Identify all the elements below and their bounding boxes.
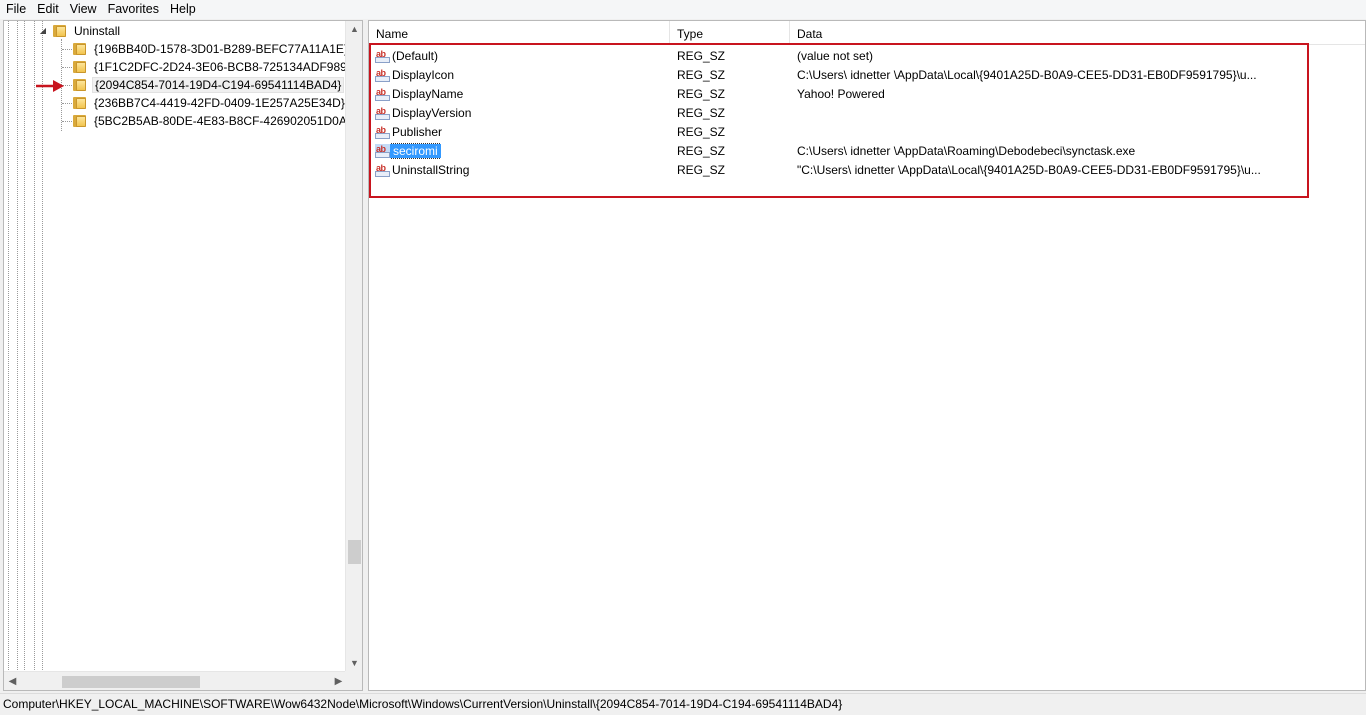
- tree-vertical-scrollbar[interactable]: ▲ ▼: [345, 21, 362, 672]
- string-value-icon: ab: [375, 87, 390, 101]
- value-data: [797, 104, 1317, 123]
- menu-bar: File Edit View Favorites Help: [0, 0, 1366, 19]
- value-type: REG_SZ: [677, 49, 726, 63]
- string-value-icon: ab: [375, 125, 390, 139]
- tree-item-uninstall[interactable]: ◢ Uninstall: [38, 22, 122, 40]
- folder-open-icon: [52, 24, 68, 38]
- menu-edit[interactable]: Edit: [31, 0, 64, 19]
- scroll-up-arrow-icon[interactable]: ▲: [346, 21, 362, 38]
- value-type: REG_SZ: [677, 106, 726, 120]
- value-name: (Default): [392, 49, 439, 63]
- menu-file[interactable]: File: [0, 0, 31, 19]
- folder-icon: [72, 60, 88, 74]
- scroll-down-arrow-icon[interactable]: ▼: [346, 655, 362, 672]
- value-name: DisplayVersion: [392, 106, 472, 120]
- folder-icon: [72, 78, 88, 92]
- string-value-icon: ab: [375, 68, 390, 82]
- status-bar-path: Computer\HKEY_LOCAL_MACHINE\SOFTWARE\Wow…: [0, 693, 1366, 715]
- folder-icon: [72, 96, 88, 110]
- menu-help[interactable]: Help: [164, 0, 201, 19]
- column-header-type[interactable]: Type: [670, 21, 790, 45]
- tree-item-label: {5BC2B5AB-80DE-4E83-B8CF-426902051D0A}: [94, 114, 351, 128]
- value-row-selected[interactable]: ab seciromi REG_SZ C:\Users\ idnetter \A…: [369, 142, 1365, 161]
- value-data: "C:\Users\ idnetter \AppData\Local\{9401…: [797, 163, 1261, 177]
- registry-key-tree[interactable]: ◢ Uninstall {196BB40D-1578-3D01-B289-BEF…: [3, 20, 363, 691]
- string-value-icon: ab: [375, 163, 390, 177]
- value-data: C:\Users\ idnetter \AppData\Local\{9401A…: [797, 68, 1257, 82]
- value-row[interactable]: ab Publisher REG_SZ: [369, 123, 1365, 142]
- tree-item-label: {196BB40D-1578-3D01-B289-BEFC77A11A1E}: [94, 42, 348, 56]
- red-arrow-annotation-icon: [36, 80, 64, 92]
- value-row[interactable]: ab DisplayName REG_SZ Yahoo! Powered: [369, 85, 1365, 104]
- tree-item-key[interactable]: {5BC2B5AB-80DE-4E83-B8CF-426902051D0A}: [72, 112, 353, 130]
- value-type: REG_SZ: [677, 68, 726, 82]
- tree-item-label: {1F1C2DFC-2D24-3E06-BCB8-725134ADF989}: [94, 60, 351, 74]
- column-header-row: Name Type Data: [369, 21, 1365, 45]
- value-data: (value not set): [797, 49, 874, 63]
- tree-item-key[interactable]: {196BB40D-1578-3D01-B289-BEFC77A11A1E}: [72, 40, 350, 58]
- tree-item-label: {236BB7C4-4419-42FD-0409-1E257A25E34D}: [94, 96, 345, 110]
- tree-guide-lines: [4, 21, 44, 672]
- value-name: UninstallString: [392, 163, 470, 177]
- column-header-name[interactable]: Name: [369, 21, 670, 45]
- scroll-thumb[interactable]: [348, 540, 361, 564]
- value-type: REG_SZ: [677, 125, 726, 139]
- tree-item-key-selected[interactable]: {2094C854-7014-19D4-C194-69541114BAD4}: [72, 76, 345, 94]
- scroll-left-arrow-icon[interactable]: ◀: [4, 672, 21, 690]
- scroll-thumb[interactable]: [62, 676, 200, 688]
- value-name: DisplayName: [392, 87, 464, 101]
- value-row[interactable]: ab UninstallString REG_SZ "C:\Users\ idn…: [369, 161, 1365, 180]
- string-value-icon: ab: [375, 49, 390, 63]
- tree-item-label: Uninstall: [74, 24, 121, 38]
- column-header-data[interactable]: Data: [790, 21, 1365, 45]
- collapse-triangle-icon[interactable]: ◢: [38, 26, 48, 36]
- value-row[interactable]: ab DisplayIcon REG_SZ C:\Users\ idnetter…: [369, 66, 1365, 85]
- tree-horizontal-scrollbar[interactable]: ◀ ▶: [4, 671, 347, 690]
- registry-values-list[interactable]: Name Type Data ab (Default) REG_SZ (valu…: [368, 20, 1366, 691]
- tree-item-key[interactable]: {1F1C2DFC-2D24-3E06-BCB8-725134ADF989}: [72, 58, 353, 76]
- menu-view[interactable]: View: [64, 0, 102, 19]
- value-type: REG_SZ: [677, 144, 726, 158]
- value-data: [797, 123, 1317, 142]
- value-row[interactable]: ab DisplayVersion REG_SZ: [369, 104, 1365, 123]
- folder-icon: [72, 42, 88, 56]
- tree-item-label: {2094C854-7014-19D4-C194-69541114BAD4}: [92, 77, 345, 93]
- value-data: Yahoo! Powered: [797, 87, 885, 101]
- menu-favorites[interactable]: Favorites: [102, 0, 164, 19]
- value-type: REG_SZ: [677, 163, 726, 177]
- tree-item-key[interactable]: {236BB7C4-4419-42FD-0409-1E257A25E34D}: [72, 94, 347, 112]
- value-name: DisplayIcon: [392, 68, 455, 82]
- value-name: Publisher: [392, 125, 443, 139]
- folder-icon: [72, 114, 88, 128]
- string-value-icon: ab: [375, 144, 390, 158]
- string-value-icon: ab: [375, 106, 390, 120]
- value-data: C:\Users\ idnetter \AppData\Roaming\Debo…: [797, 144, 1136, 158]
- value-name: seciromi: [390, 143, 441, 159]
- value-row[interactable]: ab (Default) REG_SZ (value not set): [369, 47, 1365, 66]
- value-type: REG_SZ: [677, 87, 726, 101]
